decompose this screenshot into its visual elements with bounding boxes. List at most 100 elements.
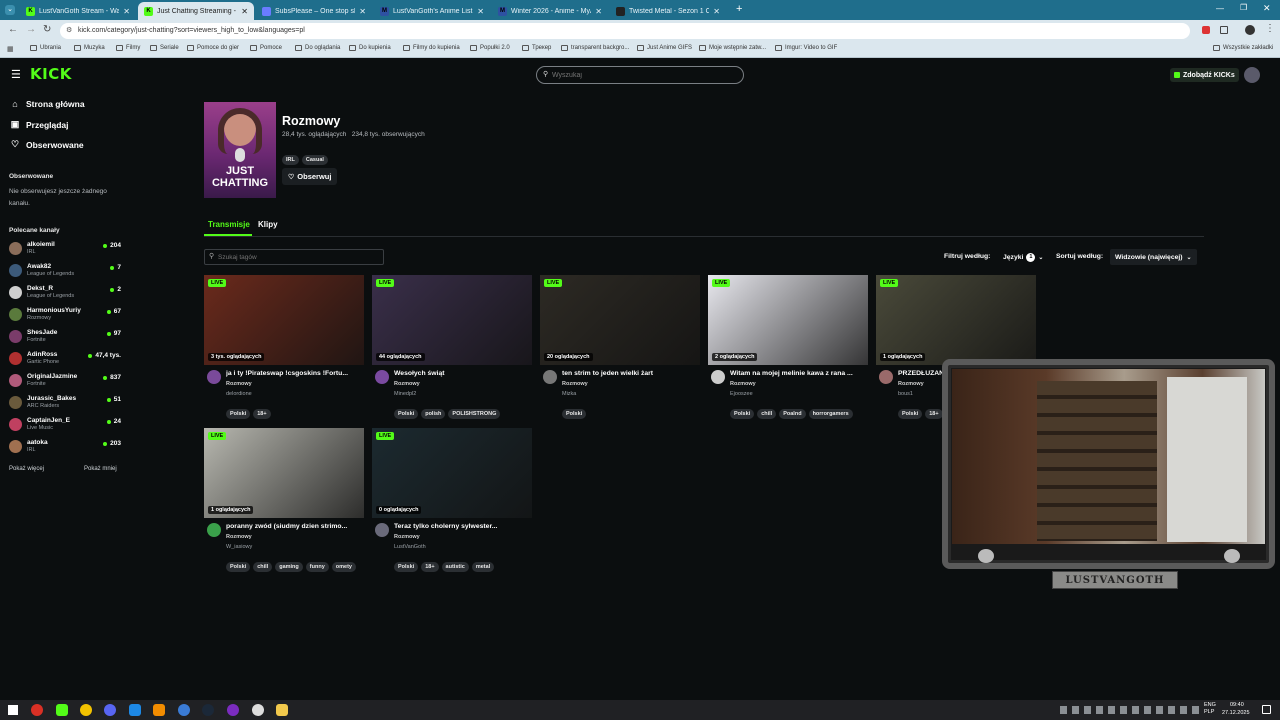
close-tab-icon[interactable]: ✕: [123, 7, 130, 16]
chrome-icon[interactable]: [31, 704, 43, 716]
stream-tag[interactable]: 18+: [421, 562, 439, 572]
stream-tag[interactable]: chill: [253, 562, 273, 572]
recommended-channel[interactable]: aatoka IRL 203: [9, 437, 121, 457]
stream-card[interactable]: LIVE 1 oglądających poranny zwód (siudmy d…: [204, 428, 364, 572]
streamer-name[interactable]: Ejooszee: [730, 391, 753, 397]
site-info-icon[interactable]: ⚙: [66, 23, 72, 39]
stream-tag[interactable]: 18+: [253, 409, 271, 419]
streamer-avatar[interactable]: [543, 370, 557, 384]
stream-tag[interactable]: Polski: [394, 409, 419, 419]
vlc-icon[interactable]: [153, 704, 165, 716]
show-less-link[interactable]: Pokaż mniej: [84, 466, 117, 472]
app-icon-10[interactable]: [252, 704, 264, 716]
stream-tag[interactable]: gaming: [275, 562, 303, 572]
stream-category[interactable]: Rozmowy: [394, 534, 420, 540]
sidebar-nav-browse[interactable]: ▣ Przeglądaj: [10, 119, 69, 130]
stream-title[interactable]: Wesołych świąt: [394, 370, 530, 377]
browser-tab[interactable]: M Winter 2026 - Anime - MyAnim ✕: [492, 2, 608, 20]
browser-tab[interactable]: SubsPlease – One stop shop fo ✕: [256, 2, 372, 20]
streamer-avatar[interactable]: [711, 370, 725, 384]
stream-card[interactable]: LIVE 44 oglądających Wesołych świąt Rozmowy…: [372, 275, 532, 419]
stream-tag[interactable]: polish: [421, 409, 446, 419]
bookmark-item[interactable]: Pomoce do gier: [187, 45, 239, 51]
recommended-channel[interactable]: Dekst_R League of Legends 2: [9, 283, 121, 303]
input-language[interactable]: ENG PLP: [1204, 702, 1216, 716]
show-more-link[interactable]: Pokaż więcej: [9, 466, 44, 472]
streamer-name[interactable]: Mizka: [562, 391, 576, 397]
stream-tag[interactable]: Polski: [394, 562, 419, 572]
windows-start-icon[interactable]: [8, 705, 18, 715]
system-tray[interactable]: [1060, 706, 1200, 714]
stream-title[interactable]: Teraz tylko cholerny sylwester...: [394, 523, 530, 530]
browser-tab[interactable]: K Just Chatting Streaming - Live ✕: [138, 2, 254, 20]
tab-search-button[interactable]: ⌄: [5, 5, 15, 15]
recommended-channel[interactable]: Awak82 League of Legends 7: [9, 261, 121, 281]
close-tab-icon[interactable]: ✕: [713, 7, 720, 16]
stream-tag[interactable]: metal: [471, 562, 495, 572]
browser-tab[interactable]: M LustVanGoth's Anime List - My ✕: [374, 2, 490, 20]
stream-title[interactable]: ja i ty !Pirateswap !csgoskins !Fortu...: [226, 370, 362, 377]
stream-tag[interactable]: omety: [331, 562, 356, 572]
bookmark-item[interactable]: Pomoce: [250, 45, 282, 51]
recommended-channel[interactable]: alkoiemil IRL 204: [9, 239, 121, 259]
stream-thumbnail[interactable]: LIVE 3 tys. oglądających: [204, 275, 364, 365]
close-tab-icon[interactable]: ✕: [241, 7, 248, 16]
back-icon[interactable]: ←: [8, 24, 18, 35]
address-bar[interactable]: ⚙ kick.com/category/just-chatting?sort=v…: [60, 23, 1190, 39]
close-tab-icon[interactable]: ✕: [595, 7, 602, 16]
new-tab-button[interactable]: +: [736, 3, 742, 15]
stream-tag[interactable]: funny: [305, 562, 329, 572]
stream-category[interactable]: Rozmowy: [226, 381, 252, 387]
streamer-avatar[interactable]: [879, 370, 893, 384]
stream-category[interactable]: Rozmowy: [562, 381, 588, 387]
stream-card[interactable]: LIVE 3 tys. oglądających ja i ty !Piratesw…: [204, 275, 364, 419]
close-tab-icon[interactable]: ✕: [477, 7, 484, 16]
bookmark-item[interactable]: Imgur: Video to GIF: [775, 45, 837, 51]
clock-time[interactable]: 09:40: [1230, 702, 1244, 708]
streamer-avatar[interactable]: [375, 523, 389, 537]
streamer-name[interactable]: bous1: [898, 391, 913, 397]
search-box[interactable]: ⚲: [536, 66, 744, 84]
all-bookmarks-folder[interactable]: Wszystkie zakładki: [1213, 45, 1273, 51]
streamer-avatar[interactable]: [207, 523, 221, 537]
bookmark-item[interactable]: Filmy do kupienia: [403, 45, 460, 51]
discord-icon[interactable]: [104, 704, 116, 716]
bookmark-item[interactable]: Moje wstępnie zatw...: [699, 45, 766, 51]
minimize-button[interactable]: —: [1216, 4, 1224, 13]
recommended-channel[interactable]: AdinRoss Gartic Phone 47,4 tys.: [9, 349, 121, 369]
stream-title[interactable]: Witam na mojej melinie kawa z rana ...: [730, 370, 866, 377]
search-input[interactable]: [552, 69, 732, 81]
menu-icon[interactable]: ⋮: [1265, 23, 1275, 34]
get-kicks-button[interactable]: Zdobądź KICKs: [1170, 68, 1239, 82]
file-explorer-icon[interactable]: [276, 704, 288, 716]
bookmark-item[interactable]: Do kupienia: [349, 45, 391, 51]
stream-tag[interactable]: POLISHSTRONG: [448, 409, 501, 419]
languages-dropdown[interactable]: Języki 1 ⌄: [1000, 249, 1046, 265]
stream-thumbnail[interactable]: LIVE 1 oglądających: [204, 428, 364, 518]
recommended-channel[interactable]: HarmoniousYuriy Rozmowy 67: [9, 305, 121, 325]
recommended-channel[interactable]: ShesJade Fortnite 97: [9, 327, 121, 347]
sidebar-nav-home[interactable]: ⌂ Strona główna: [10, 99, 84, 109]
stream-tag[interactable]: autistic: [441, 562, 469, 572]
app-icon-9[interactable]: [227, 704, 239, 716]
tab-streams[interactable]: Transmisje: [208, 220, 250, 229]
kick-logo[interactable]: KICK: [30, 65, 72, 83]
stream-thumbnail[interactable]: LIVE 0 oglądających: [372, 428, 532, 518]
stream-category[interactable]: Rozmowy: [226, 534, 252, 540]
user-avatar[interactable]: [1244, 67, 1260, 83]
notifications-icon[interactable]: [1262, 705, 1271, 714]
stream-thumbnail[interactable]: LIVE 20 oglądających: [540, 275, 700, 365]
stream-card[interactable]: LIVE 0 oglądających Teraz tylko cholerny s…: [372, 428, 532, 572]
stream-title[interactable]: ten strim to jeden wielki żart: [562, 370, 698, 377]
hamburger-menu-icon[interactable]: ☰: [11, 68, 21, 81]
stream-tag[interactable]: Polski: [226, 409, 251, 419]
stream-tag[interactable]: Polski: [226, 562, 251, 572]
streamer-name[interactable]: delordione: [226, 391, 252, 397]
stream-category[interactable]: Rozmowy: [730, 381, 756, 387]
bookmark-item[interactable]: Трекер: [522, 45, 551, 51]
app-icon-3[interactable]: [80, 704, 92, 716]
stream-thumbnail[interactable]: LIVE 2 oglądających: [708, 275, 868, 365]
sort-dropdown[interactable]: Widzowie (najwięcej) ⌄: [1110, 249, 1197, 265]
steam-icon[interactable]: [202, 704, 214, 716]
apps-icon[interactable]: ▦: [7, 45, 14, 53]
